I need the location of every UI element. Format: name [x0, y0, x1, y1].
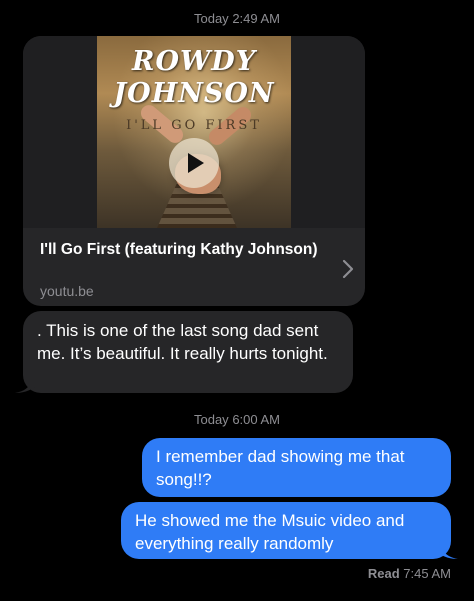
bubble-tail [438, 540, 458, 559]
message-text: I remember dad showing me that song!!? [156, 447, 405, 489]
link-domain: youtu.be [40, 283, 94, 299]
read-time: 7:45 AM [403, 566, 451, 581]
timestamp-time: 2:49 AM [232, 11, 281, 26]
timestamp-header: Today 2:49 AM [0, 11, 474, 26]
timestamp-day: Today [193, 412, 229, 427]
link-preview-card[interactable]: ROWDY JOHNSON I'LL GO FIRST I'll Go Firs… [23, 36, 365, 306]
outgoing-message-bubble[interactable]: He showed me the Msuic video and everyth… [121, 502, 451, 559]
bubble-tail [15, 374, 35, 393]
timestamp-time: 6:00 AM [232, 412, 281, 427]
video-thumbnail-area[interactable]: ROWDY JOHNSON I'LL GO FIRST [23, 36, 365, 228]
timestamp-day: Today [193, 11, 229, 26]
artwork-song-title: I'LL GO FIRST [126, 118, 262, 133]
artwork-artist-last-name: JOHNSON [113, 78, 275, 109]
read-label: Read [367, 566, 400, 581]
chevron-right-icon[interactable] [340, 258, 356, 280]
outgoing-message-bubble[interactable]: I remember dad showing me that song!!? [142, 438, 451, 497]
timestamp-header: Today 6:00 AM [0, 412, 474, 427]
artwork-artist-first-name: ROWDY [132, 46, 256, 77]
play-icon[interactable] [169, 138, 219, 188]
message-text: . This is one of the last song dad sent … [37, 321, 328, 363]
video-thumbnail[interactable]: ROWDY JOHNSON I'LL GO FIRST [97, 36, 291, 228]
message-text: He showed me the Msuic video and everyth… [135, 511, 405, 553]
read-receipt: Read 7:45 AM [368, 566, 451, 581]
link-title: I'll Go First (featuring Kathy Johnson) [40, 241, 318, 258]
incoming-message-bubble[interactable]: . This is one of the last song dad sent … [23, 311, 353, 393]
